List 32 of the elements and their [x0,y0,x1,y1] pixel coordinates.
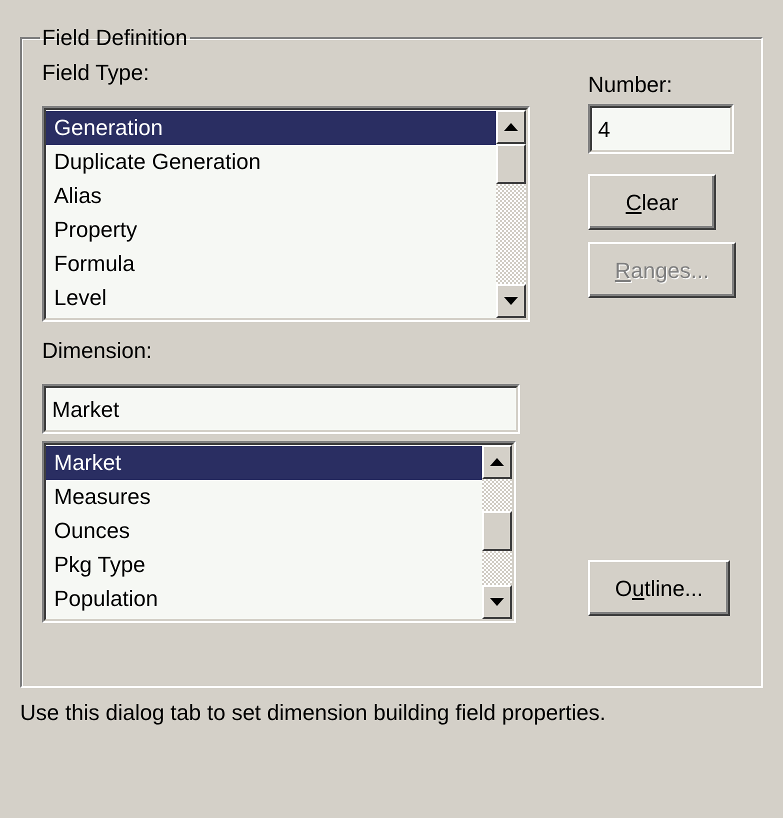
hint-text: Use this dialog tab to set dimension building field properties. [20,699,607,727]
field-label: Dimension: [42,337,154,365]
list-item[interactable]: Generation [46,111,496,145]
push-button[interactable]: Outline... [588,560,730,616]
list-item[interactable]: Duplicate Generation [46,145,496,179]
list-item[interactable]: Level [46,281,496,315]
list-item[interactable]: Ounces [46,514,482,548]
list-item[interactable]: Property [46,213,496,247]
up-arrow-icon [490,458,504,466]
scroll-down-button[interactable] [482,585,512,619]
push-button[interactable]: Clear [588,174,716,230]
list-item[interactable]: Pkg Type [46,548,482,582]
text-field[interactable]: Market [42,384,520,434]
scroll-up-button[interactable] [496,110,526,144]
scroll-down-button[interactable] [496,284,526,318]
list-item[interactable]: Population [46,582,482,616]
up-arrow-icon [504,123,518,131]
scroll-thumb[interactable] [482,511,512,551]
list-item[interactable]: Market [46,446,482,480]
scrollbar[interactable] [482,445,512,619]
down-arrow-icon [504,297,518,305]
scroll-thumb[interactable] [496,144,526,184]
text-field[interactable]: 4 [588,104,734,154]
down-arrow-icon [490,598,504,606]
scroll-up-button[interactable] [482,445,512,479]
scrollbar[interactable] [496,110,526,318]
field-label: Number: [588,71,672,99]
list-item[interactable]: Formula [46,247,496,281]
list-item[interactable]: Alias [46,179,496,213]
field-label: Field Type: [42,59,150,87]
group-title: Field Definition [41,24,189,52]
list-item[interactable]: Measures [46,480,482,514]
